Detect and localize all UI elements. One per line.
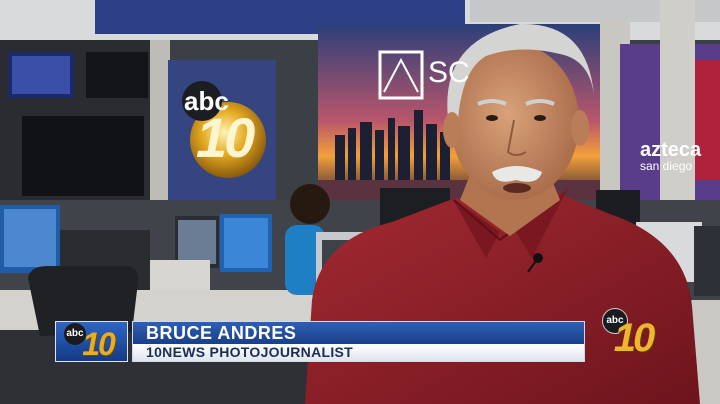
skyline-banner-text: SC [428,56,470,89]
staffer-head [290,184,330,224]
wall-logo-channel-text: 10 [196,106,255,169]
wall-monitor [86,52,148,98]
wall-monitor [22,116,144,196]
person-title: 10NEWS PHOTOJOURNALIST [133,344,584,361]
right-banner-line2: san diego [640,159,693,173]
station-bug-channel: 10 [613,316,656,360]
lower-third: abc 10 BRUCE ANDRES 10NEWS PHOTOJOURNALI… [55,321,585,362]
right-banner-line1: azteca [640,139,702,161]
newscast-frame: abc 10 SC azteca san diego abc 10 BRUCE … [0,0,720,404]
station-bug: abc 10 [600,306,658,362]
lower-third-logo: abc 10 [55,321,128,362]
person-name: BRUCE ANDRES [133,322,584,344]
lower-third-bar: BRUCE ANDRES 10NEWS PHOTOJOURNALIST [132,321,585,362]
lower-third-logo-channel: 10 [82,326,116,362]
